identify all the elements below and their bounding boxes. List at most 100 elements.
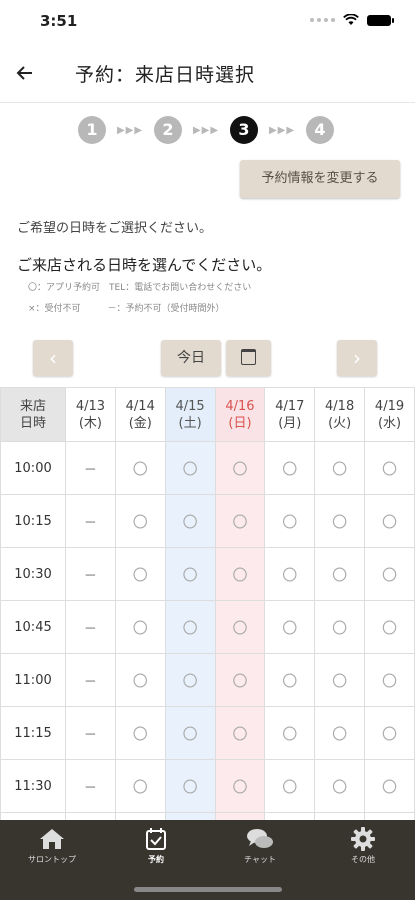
app-header: 予約：来店日時選択 (0, 44, 415, 103)
slot-mark: 〇 (282, 565, 298, 584)
slot-mark: － (83, 568, 97, 584)
slot-available[interactable]: 〇 (264, 547, 316, 601)
day-header-saturday: 4/15 (土) (164, 387, 216, 442)
slot-available[interactable]: 〇 (214, 441, 266, 495)
slot-available[interactable]: 〇 (214, 600, 266, 654)
slot-available[interactable]: 〇 (364, 600, 415, 654)
signal-icon (310, 18, 335, 22)
slot-available[interactable]: 〇 (364, 547, 415, 601)
slot-mark: 〇 (132, 618, 148, 637)
slot-mark: 〇 (282, 512, 298, 531)
slot-available[interactable]: 〇 (114, 441, 166, 495)
back-arrow-icon (16, 66, 32, 80)
slot-mark: 〇 (182, 777, 198, 796)
slot-mark: 〇 (232, 671, 248, 690)
slot-available[interactable]: 〇 (364, 494, 415, 548)
slot-available[interactable]: 〇 (264, 706, 316, 760)
calendar-picker-button[interactable] (226, 340, 271, 376)
slot-available[interactable]: 〇 (164, 547, 216, 601)
slot-mark: 〇 (182, 724, 198, 743)
today-button[interactable]: 今日 (161, 340, 221, 376)
slot-mark: 〇 (182, 671, 198, 690)
slot-mark: 〇 (232, 565, 248, 584)
back-button[interactable] (10, 58, 40, 88)
time-cell: 11:15 (0, 706, 66, 760)
slot-mark: 〇 (332, 618, 348, 637)
slot-available[interactable]: 〇 (314, 547, 366, 601)
calendar-check-icon (146, 828, 166, 850)
slot-available[interactable]: 〇 (114, 547, 166, 601)
slot-available[interactable]: 〇 (164, 600, 216, 654)
slot-available[interactable]: 〇 (114, 600, 166, 654)
slot-mark: 〇 (132, 459, 148, 478)
time-cell: 10:15 (0, 494, 66, 548)
slot-available[interactable]: 〇 (364, 706, 415, 760)
instruction-text: ご希望の日時をご選択ください。 (17, 221, 213, 236)
slot-mark: 〇 (282, 777, 298, 796)
slot-mark: 〇 (332, 565, 348, 584)
time-cell: 11:30 (0, 759, 66, 813)
nav-reservation[interactable]: 予約 (116, 826, 196, 865)
slot-mark: 〇 (332, 671, 348, 690)
change-reservation-button[interactable]: 予約情報を変更する (240, 160, 400, 198)
slot-available[interactable]: 〇 (164, 759, 216, 813)
slot-mark: 〇 (182, 512, 198, 531)
slot-mark: － (83, 674, 97, 690)
nav-chat[interactable]: チャット (220, 826, 300, 865)
slot-available[interactable]: 〇 (114, 706, 166, 760)
slot-available[interactable]: 〇 (364, 441, 415, 495)
slot-available[interactable]: 〇 (314, 441, 366, 495)
slot-available[interactable]: 〇 (314, 759, 366, 813)
status-icons (310, 14, 394, 26)
slot-available[interactable]: 〇 (364, 759, 415, 813)
slot-unavailable: － (65, 441, 116, 495)
slot-available[interactable]: 〇 (164, 706, 216, 760)
slot-available[interactable]: 〇 (364, 653, 415, 707)
step-arrows-icon: ▶▶▶ (116, 124, 144, 136)
slot-available[interactable]: 〇 (214, 494, 266, 548)
slot-available[interactable]: 〇 (164, 494, 216, 548)
time-cell: 11:00 (0, 653, 66, 707)
slot-available[interactable]: 〇 (214, 547, 266, 601)
slot-mark: 〇 (182, 618, 198, 637)
slot-mark: 〇 (132, 565, 148, 584)
home-indicator (134, 887, 282, 892)
slot-available[interactable]: 〇 (214, 653, 266, 707)
slot-available[interactable]: 〇 (314, 653, 366, 707)
day-header: 4/13 (木) (65, 387, 116, 442)
time-cell: 10:30 (0, 547, 66, 601)
nav-salon-top[interactable]: サロントップ (12, 826, 92, 865)
slot-available[interactable]: 〇 (114, 759, 166, 813)
day-header: 4/17 (月) (264, 387, 316, 442)
slot-available[interactable]: 〇 (114, 653, 166, 707)
slot-mark: 〇 (332, 777, 348, 796)
slot-available[interactable]: 〇 (264, 494, 316, 548)
slot-available[interactable]: 〇 (314, 494, 366, 548)
slot-mark: 〇 (132, 777, 148, 796)
status-time: 3:51 (40, 12, 78, 30)
next-week-button[interactable]: › (337, 340, 377, 376)
slot-mark: 〇 (132, 724, 148, 743)
table-row: 10:15 － 〇 〇 〇 〇 〇 〇 (0, 494, 415, 548)
slot-available[interactable]: 〇 (164, 441, 216, 495)
slot-available[interactable]: 〇 (314, 706, 366, 760)
slot-unavailable: － (65, 494, 116, 548)
slot-available[interactable]: 〇 (264, 600, 316, 654)
calendar-icon (241, 349, 256, 365)
slot-mark: － (83, 727, 97, 743)
slot-mark: 〇 (232, 777, 248, 796)
slot-available[interactable]: 〇 (264, 653, 316, 707)
slot-unavailable: － (65, 759, 116, 813)
slot-available[interactable]: 〇 (314, 600, 366, 654)
step-3-current: 3 (230, 116, 258, 144)
slot-available[interactable]: 〇 (264, 441, 316, 495)
slot-available[interactable]: 〇 (164, 653, 216, 707)
slot-mark: 〇 (232, 724, 248, 743)
slot-available[interactable]: 〇 (214, 759, 266, 813)
nav-label: 予約 (148, 855, 164, 864)
slot-available[interactable]: 〇 (264, 759, 316, 813)
slot-available[interactable]: 〇 (214, 706, 266, 760)
previous-week-button[interactable]: ‹ (33, 340, 73, 376)
nav-other[interactable]: その他 (323, 826, 403, 865)
slot-available[interactable]: 〇 (114, 494, 166, 548)
